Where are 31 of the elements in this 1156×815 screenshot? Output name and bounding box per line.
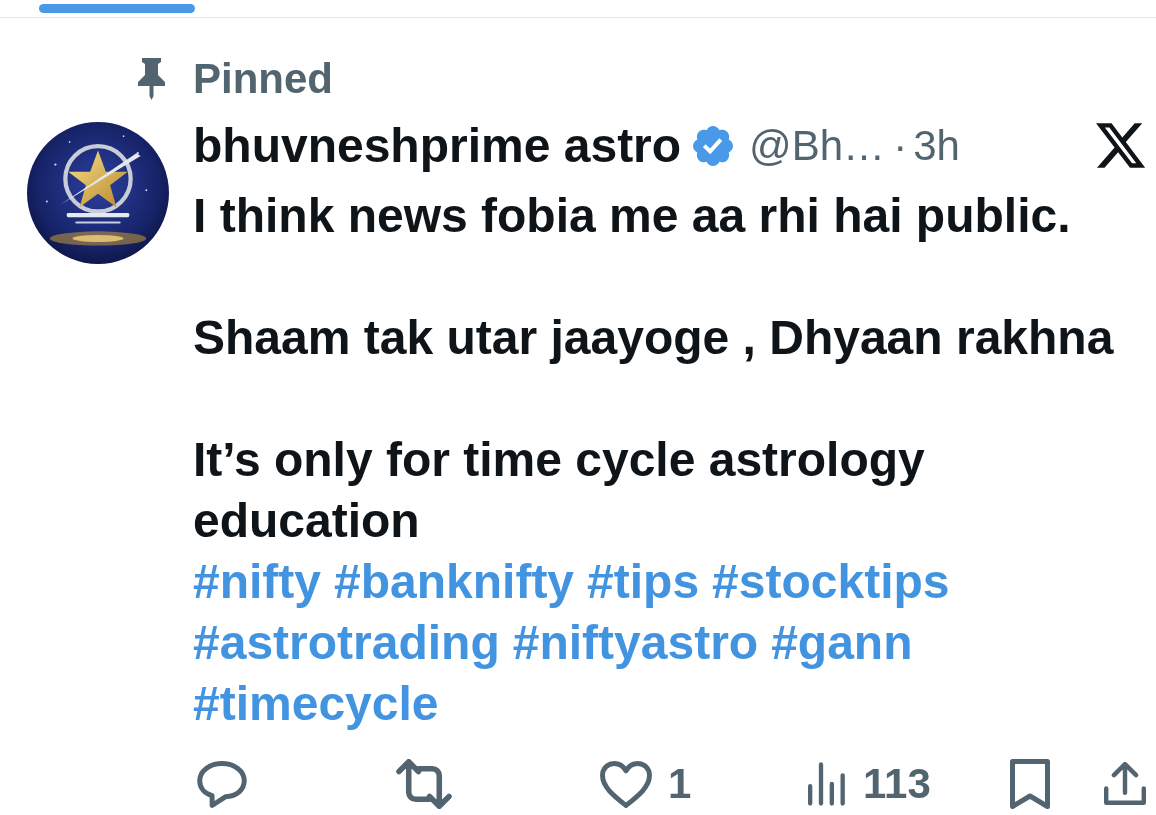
- hashtag-link[interactable]: #gann: [771, 612, 913, 673]
- bar-chart-icon: [808, 762, 847, 806]
- separator-dot: ·: [893, 121, 908, 171]
- reply-button[interactable]: [197, 760, 247, 808]
- repost-arrows-icon: [396, 759, 452, 809]
- post-text: It’s only for time cycle astrology education: [193, 432, 926, 549]
- hashtag-link[interactable]: #stocktips: [712, 551, 950, 612]
- hashtag-link[interactable]: #astrotrading: [193, 612, 500, 673]
- hashtag-link[interactable]: #nifty: [193, 551, 321, 612]
- bookmark-icon: [1010, 759, 1050, 809]
- author-name[interactable]: bhuvneshprime astro: [193, 115, 682, 176]
- avatar-star-logo-drawing[interactable]: [27, 122, 169, 264]
- author-handle[interactable]: @Bh…: [749, 115, 886, 176]
- hashtag-link[interactable]: #timecycle: [193, 673, 439, 734]
- like-button[interactable]: 1: [600, 759, 692, 809]
- share-icon: [1104, 761, 1146, 807]
- heart-icon: [600, 760, 652, 808]
- repost-button[interactable]: [396, 759, 452, 809]
- post-text: Shaam tak utar jaayoge , Dhyaan rakhna: [193, 310, 1115, 366]
- share-button[interactable]: [1104, 761, 1146, 807]
- hashtag-link[interactable]: #tips: [587, 551, 700, 612]
- x-logo-icon[interactable]: [1096, 123, 1145, 168]
- hashtag-link[interactable]: #niftyastro: [512, 612, 759, 673]
- pin-icon: [136, 58, 167, 100]
- speech-bubble-icon: [197, 760, 247, 808]
- pinned-label: Pinned: [193, 54, 333, 104]
- hashtag-link[interactable]: #banknifty: [334, 551, 575, 612]
- post-text: I think news fobia me aa rhi hai public.: [193, 188, 1072, 244]
- bookmark-button[interactable]: [1010, 759, 1050, 809]
- views-button[interactable]: 113: [808, 759, 931, 809]
- post-time[interactable]: 3h: [913, 115, 960, 176]
